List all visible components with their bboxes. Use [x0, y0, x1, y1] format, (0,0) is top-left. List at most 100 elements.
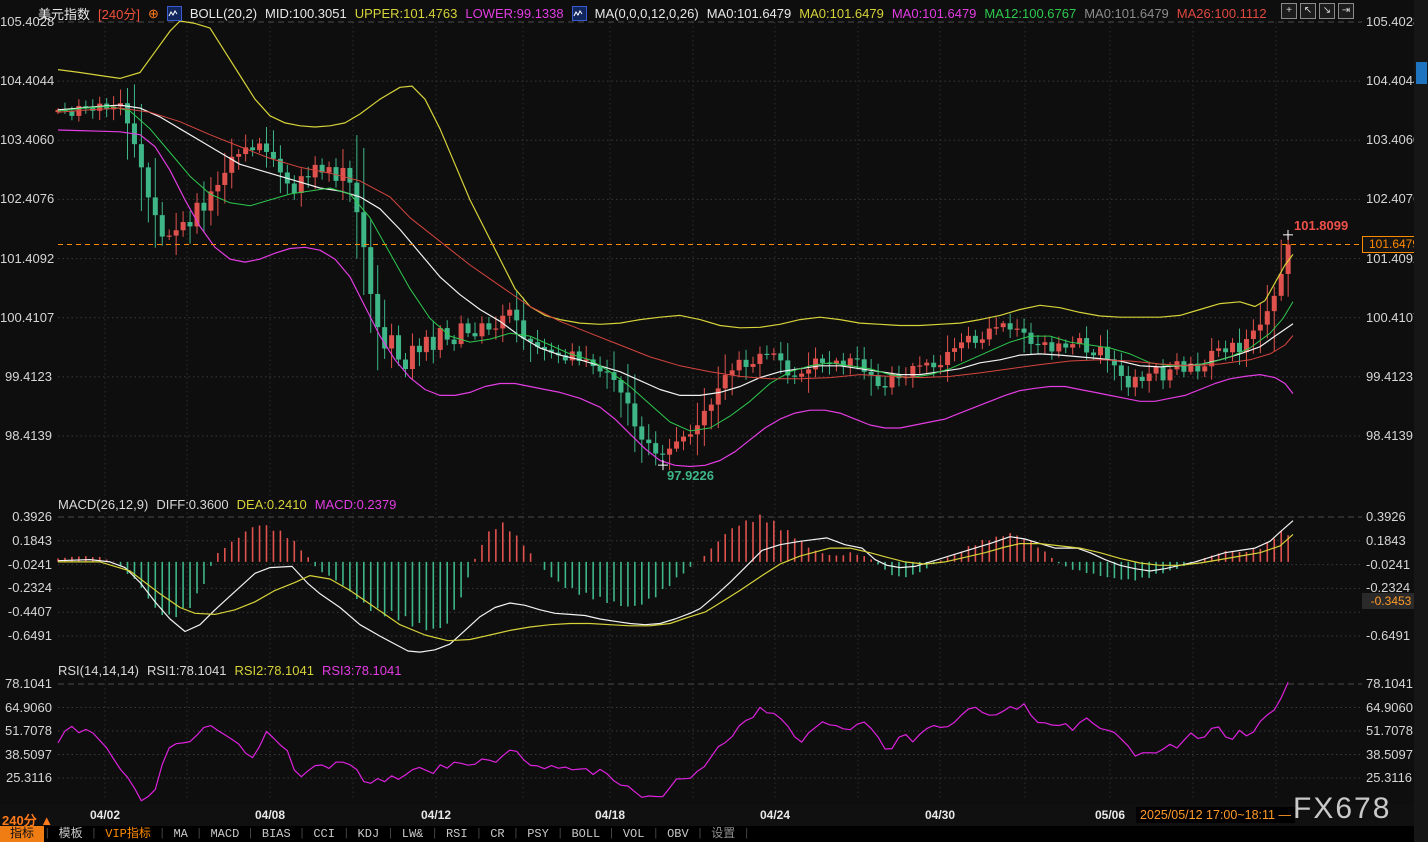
- candle-body: [987, 329, 992, 340]
- y-axis-tick: 38.5097: [0, 748, 52, 762]
- boll-params: BOLL(20,2): [190, 6, 257, 21]
- toolbar-separator: |: [652, 828, 659, 840]
- period-label: [240分]: [98, 4, 140, 23]
- candle-body: [681, 437, 686, 442]
- y-axis-tick: 102.4076: [0, 192, 52, 206]
- candle-body: [806, 369, 811, 373]
- toolbar-item-boll[interactable]: BOLL: [563, 826, 608, 842]
- zoom-out-icon[interactable]: ↖: [1300, 3, 1316, 19]
- candle-body: [306, 176, 311, 177]
- vertical-scrollbar[interactable]: [1414, 0, 1428, 842]
- candle-body: [403, 360, 408, 369]
- candle-body: [1216, 348, 1221, 351]
- indicator-line: [58, 682, 1288, 801]
- candle-body: [1272, 296, 1277, 311]
- candle-body: [938, 365, 943, 367]
- candle-body: [820, 359, 825, 363]
- y-axis-tick: -0.0241: [0, 558, 52, 572]
- toolbar-item-bias[interactable]: BIAS: [254, 826, 299, 842]
- candle-body: [1265, 311, 1270, 324]
- candle-body: [514, 310, 519, 321]
- toolbar-item-cci[interactable]: CCI: [305, 826, 343, 842]
- high-price-annotation: 101.8099: [1294, 218, 1348, 233]
- goto-latest-icon[interactable]: ⇥: [1338, 3, 1354, 19]
- toolbar-item-设置[interactable]: 设置: [703, 826, 743, 842]
- y-axis-tick: 105.4028: [1366, 15, 1420, 29]
- y-axis-tick: 101.4092: [0, 252, 52, 266]
- y-axis-tick: 103.4060: [1366, 133, 1420, 147]
- candle-body: [869, 372, 874, 375]
- toolbar-item-模板[interactable]: 模板: [51, 826, 91, 842]
- ma-indicator-icon: [572, 6, 587, 21]
- indicator-toolbar: 指标|模板|VIP指标|MA|MACD|BIAS|CCI|KDJ|LW&|RSI…: [0, 826, 1428, 842]
- chart-app-window: 美元指数[240分]⊕BOLL(20,2)MID:100.3051UPPER:1…: [0, 0, 1428, 842]
- candle-body: [1035, 344, 1040, 345]
- y-axis-tick: 98.4139: [0, 429, 52, 443]
- candle-body: [952, 348, 957, 352]
- candle-body: [257, 143, 262, 150]
- toolbar-item-vol[interactable]: VOL: [615, 826, 653, 842]
- y-axis-tick: 98.4139: [1366, 429, 1413, 443]
- y-axis-tick: 101.4092: [1366, 252, 1420, 266]
- candle-body: [146, 167, 151, 197]
- boll-mid-value: MID:100.3051: [265, 6, 347, 21]
- candle-body: [1015, 329, 1020, 330]
- candle-body: [973, 336, 978, 343]
- scrollbar-thumb[interactable]: [1416, 62, 1427, 84]
- settings-icon[interactable]: ⊕: [148, 6, 159, 22]
- toolbar-separator: |: [431, 828, 438, 840]
- candle-body: [730, 370, 735, 375]
- toolbar-separator: |: [387, 828, 394, 840]
- candle-body: [195, 203, 200, 227]
- crosshair-icon[interactable]: +: [1281, 3, 1297, 19]
- candle-body: [396, 335, 401, 359]
- candle-body: [340, 168, 345, 181]
- candle-body: [764, 354, 769, 355]
- candle-body: [368, 247, 373, 294]
- toolbar-item-psy[interactable]: PSY: [519, 826, 557, 842]
- y-axis-tick: 0.1843: [1366, 534, 1406, 548]
- candle-body: [174, 230, 179, 235]
- toolbar-item-vip指标[interactable]: VIP指标: [97, 826, 159, 842]
- y-axis-tick: 0.3926: [0, 510, 52, 524]
- low-price-annotation: 97.9226: [667, 468, 714, 483]
- candle-body: [1230, 343, 1235, 352]
- candle-body: [1202, 366, 1207, 371]
- toolbar-separator: |: [513, 828, 520, 840]
- zoom-in-icon[interactable]: ↘: [1319, 3, 1335, 19]
- candle-body: [1022, 329, 1027, 333]
- ma0-value-gray: MA0:101.6479: [1084, 6, 1169, 21]
- toolbar-item-obv[interactable]: OBV: [659, 826, 697, 842]
- toolbar-item-lw[interactable]: LW&: [394, 826, 432, 842]
- toolbar-separator: |: [743, 828, 750, 840]
- candle-body: [424, 337, 429, 352]
- candle-body: [1251, 330, 1256, 339]
- candle-body: [354, 183, 359, 213]
- y-axis-tick: -0.0241: [1366, 558, 1410, 572]
- indicator-line: [58, 130, 1293, 467]
- y-axis-tick: -0.6491: [0, 629, 52, 643]
- toolbar-item-kdj[interactable]: KDJ: [350, 826, 388, 842]
- candle-body: [716, 388, 721, 404]
- x-axis-date: 04/24: [760, 808, 790, 822]
- toolbar-item-macd[interactable]: MACD: [202, 826, 247, 842]
- y-axis-tick: 103.4060: [0, 133, 52, 147]
- candle-body: [1063, 343, 1068, 347]
- toolbar-item-rsi[interactable]: RSI: [438, 826, 476, 842]
- toolbar-item-指标[interactable]: 指标: [0, 826, 44, 842]
- y-axis-tick: 64.9060: [1366, 701, 1413, 715]
- candle-body: [1091, 352, 1096, 355]
- candle-body: [188, 222, 193, 226]
- toolbar-item-cr[interactable]: CR: [482, 826, 512, 842]
- toolbar-separator: |: [697, 828, 704, 840]
- macd-params: MACD(26,12,9): [58, 497, 148, 512]
- candle-body: [737, 360, 742, 371]
- x-axis-date: 04/30: [925, 808, 955, 822]
- toolbar-item-ma[interactable]: MA: [165, 826, 195, 842]
- candle-body: [639, 426, 644, 439]
- toolbar-separator: |: [91, 828, 98, 840]
- y-axis-tick: 0.3926: [1366, 510, 1406, 524]
- candle-body: [459, 323, 464, 344]
- candle-body: [473, 333, 478, 336]
- x-axis-date: 04/02: [90, 808, 120, 822]
